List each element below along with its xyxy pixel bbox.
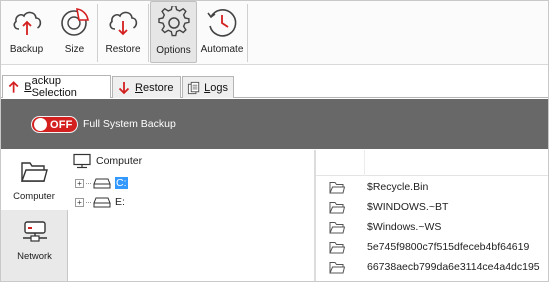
automate-button-label: Automate <box>200 44 244 55</box>
folder-icon <box>329 181 345 193</box>
log-icon <box>187 81 200 94</box>
folder-icon <box>329 241 345 253</box>
size-button[interactable]: Size <box>52 1 97 63</box>
list-item[interactable]: 66738aecb799da6e3114ce4a4dc195 <box>316 258 540 276</box>
automate-button[interactable]: Automate <box>197 1 247 63</box>
side-tab-label: Computer <box>13 190 55 202</box>
backup-button-label: Backup <box>9 44 44 55</box>
computer-icon <box>73 153 91 169</box>
toggle-state-label: OFF <box>50 118 73 131</box>
side-tab-network[interactable]: Network <box>1 210 68 270</box>
arrow-up-icon <box>8 81 19 93</box>
cloud-upload-icon <box>13 11 41 35</box>
list-item[interactable]: $Recycle.Bin <box>316 178 428 196</box>
tab-logs[interactable]: Logs <box>182 76 234 98</box>
list-item-name: $Recycle.Bin <box>367 181 429 193</box>
toolbar: Backup Size Restore Options Automate <box>1 1 548 65</box>
list-item-name: $WINDOWS.~BT <box>367 201 449 213</box>
side-tab-label: Network <box>17 250 52 262</box>
file-list: $Recycle.Bin $WINDOWS.~BT $Windows.~WS 5… <box>316 150 548 281</box>
tab-restore[interactable]: Restore <box>112 76 181 98</box>
list-item-name: 5e745f9800c7f515dfeceb4bf64619 <box>367 241 530 253</box>
expand-icon[interactable]: + <box>75 197 84 207</box>
size-button-label: Size <box>64 44 85 55</box>
pie-chart-icon <box>60 8 89 36</box>
options-button[interactable]: Options <box>150 1 197 63</box>
tree-node-drive-e[interactable]: + E: <box>75 194 125 210</box>
restore-button[interactable]: Restore <box>98 1 148 63</box>
tab-label: ogs <box>210 81 228 94</box>
folder-icon <box>329 261 345 273</box>
drive-icon <box>93 178 111 189</box>
cloud-download-icon <box>109 11 138 36</box>
full-backup-bar: OFF Full System Backup <box>1 99 548 149</box>
drive-icon <box>93 197 111 208</box>
column-divider[interactable] <box>364 150 365 176</box>
source-tabs: Computer Network <box>1 150 68 281</box>
tab-label-mnemonic: B <box>24 81 32 93</box>
tab-label: estore <box>142 81 174 94</box>
tree-node-label: E: <box>115 196 125 208</box>
main-tabs: Backup Selection Restore Logs <box>1 74 548 99</box>
list-item-name: $Windows.~WS <box>367 221 442 233</box>
tab-backup-selection[interactable]: Backup Selection <box>2 75 111 99</box>
tree-node-drive-c[interactable]: + C: <box>75 175 128 191</box>
arrow-down-icon <box>118 81 130 94</box>
tab-label: ackup Selection <box>31 75 77 99</box>
full-system-backup-toggle[interactable]: OFF <box>31 116 78 133</box>
tab-label-mnemonic: R <box>135 81 143 94</box>
options-button-label: Options <box>156 45 191 56</box>
side-tab-computer[interactable]: Computer <box>1 150 68 210</box>
tree-node-label: Computer <box>96 155 143 167</box>
clock-icon <box>207 9 237 37</box>
list-item[interactable]: $Windows.~WS <box>316 218 441 236</box>
list-header <box>316 150 548 176</box>
toggle-knob <box>34 118 47 131</box>
tree-connector <box>86 182 91 184</box>
restore-button-label: Restore <box>105 44 141 55</box>
expand-icon[interactable]: + <box>75 178 84 188</box>
tree-connector <box>86 201 91 203</box>
backup-button[interactable]: Backup <box>1 1 52 63</box>
folder-tree: Computer + C: + E: <box>69 150 314 281</box>
list-item[interactable]: 5e745f9800c7f515dfeceb4bf64619 <box>316 238 529 256</box>
folder-icon <box>329 221 345 233</box>
folder-icon <box>21 161 48 182</box>
gear-icon <box>157 6 190 37</box>
list-item[interactable]: $WINDOWS.~BT <box>316 198 448 216</box>
toolbar-divider <box>148 4 149 62</box>
network-drive-icon <box>22 220 47 242</box>
tree-node-label: C: <box>115 177 128 189</box>
toolbar-divider <box>247 4 248 62</box>
tree-node-computer[interactable]: Computer <box>72 153 142 169</box>
folder-icon <box>329 201 345 213</box>
full-system-backup-label: Full System Backup <box>83 118 176 130</box>
list-item-name: 66738aecb799da6e3114ce4a4dc195 <box>367 261 540 273</box>
